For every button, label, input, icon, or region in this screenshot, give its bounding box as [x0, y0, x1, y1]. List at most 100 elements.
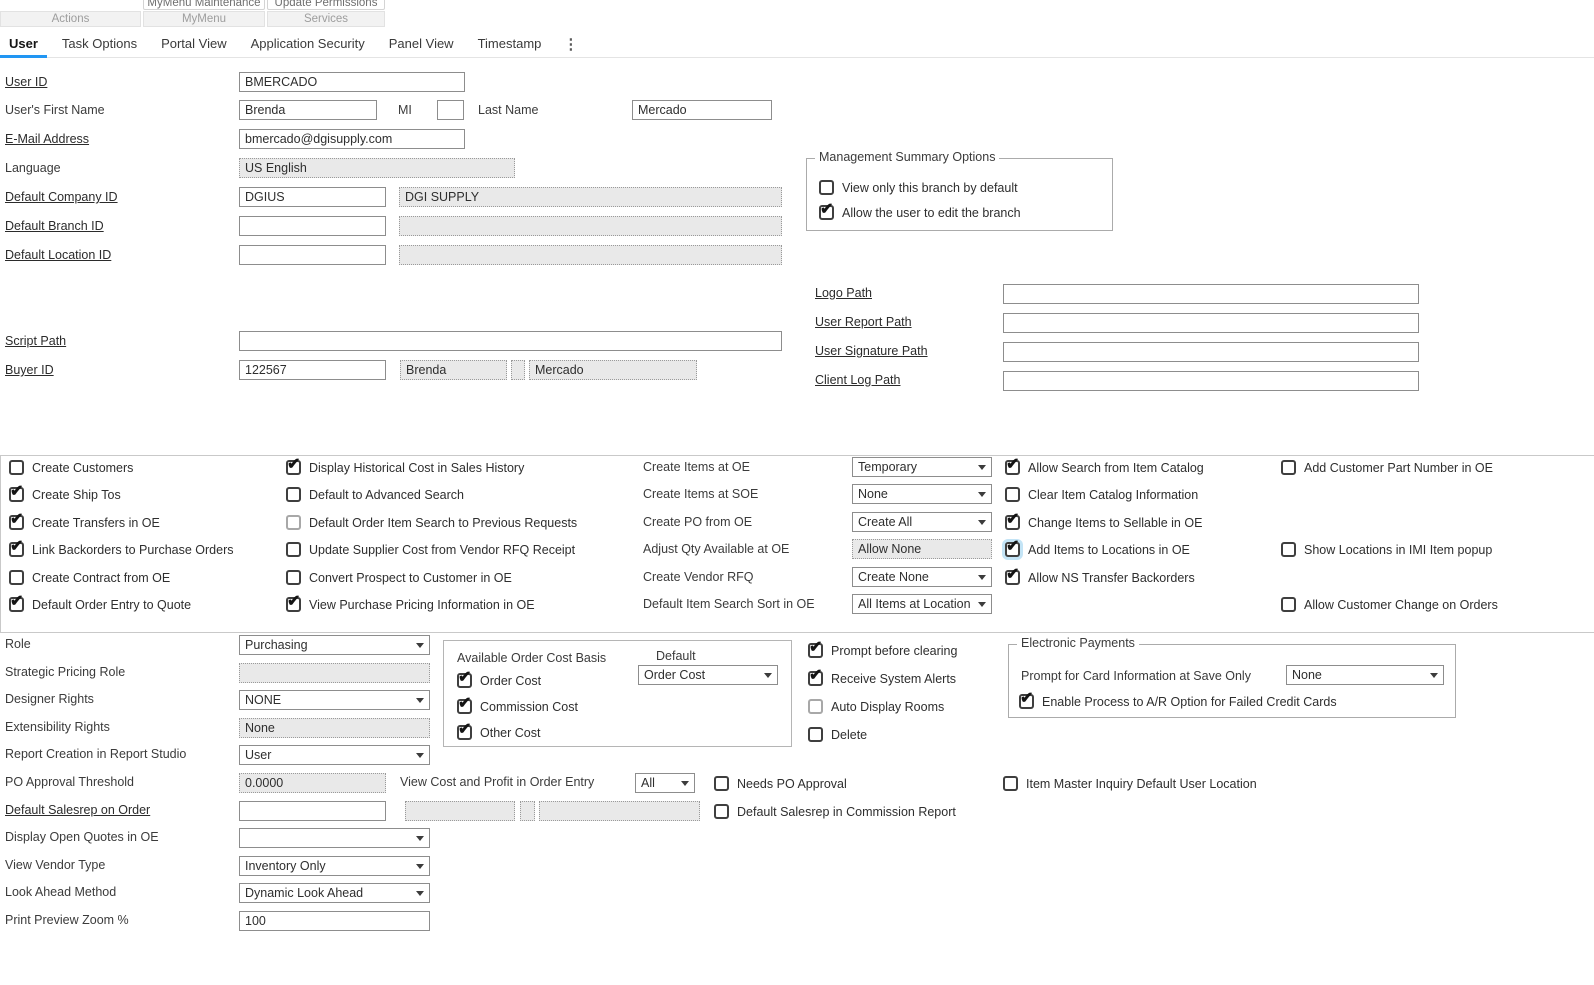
dropdown-default-cost-basis[interactable]: Order Cost: [638, 665, 778, 685]
user-maintenance-screen: { "colors": { "active_tab_underline": "#…: [0, 0, 1594, 985]
checkbox-change-items-sellable[interactable]: Change Items to Sellable in OE: [1005, 514, 1202, 531]
label-role: Role: [5, 637, 31, 652]
checkbox-label: Show Locations in IMI Item popup: [1304, 543, 1492, 557]
checkbox-create-customers[interactable]: Create Customers: [9, 459, 133, 476]
checkbox-item-master-default-location[interactable]: Item Master Inquiry Default User Locatio…: [1003, 775, 1257, 792]
user-report-path-input[interactable]: [1003, 313, 1419, 333]
label-buyer-id[interactable]: Buyer ID: [5, 363, 54, 378]
checkbox-commission-cost[interactable]: Commission Cost: [457, 698, 578, 715]
dropdown-prompt-card-info[interactable]: None: [1286, 665, 1444, 685]
checkbox-add-items-locations[interactable]: Add Items to Locations in OE: [1005, 541, 1190, 558]
checkbox-icon: [1005, 542, 1020, 557]
label-email[interactable]: E-Mail Address: [5, 132, 89, 147]
label-client-log-path[interactable]: Client Log Path: [815, 373, 900, 388]
checkbox-display-historical-cost[interactable]: Display Historical Cost in Sales History: [286, 459, 524, 476]
checkbox-allow-customer-change[interactable]: Allow Customer Change on Orders: [1281, 596, 1498, 613]
dropdown-display-open-quotes[interactable]: [239, 828, 430, 848]
checkbox-prompt-before-clearing[interactable]: Prompt before clearing: [808, 642, 957, 659]
label-report-creation: Report Creation in Report Studio: [5, 747, 186, 762]
branch-id-input[interactable]: [239, 216, 386, 236]
company-id-input[interactable]: DGIUS: [239, 187, 386, 207]
tab-task-options[interactable]: Task Options: [62, 30, 137, 57]
client-log-path-input[interactable]: [1003, 371, 1419, 391]
checkbox-link-backorders[interactable]: Link Backorders to Purchase Orders: [9, 541, 233, 558]
user-signature-path-input[interactable]: [1003, 342, 1419, 362]
label-default-branch-id[interactable]: Default Branch ID: [5, 219, 104, 234]
ribbon-group-services[interactable]: Services: [267, 11, 385, 27]
dropdown-create-items-soe[interactable]: None: [852, 484, 992, 504]
ribbon-group-actions[interactable]: Actions: [0, 11, 141, 27]
label-default-company-id[interactable]: Default Company ID: [5, 190, 118, 205]
checkbox-create-ship-tos[interactable]: Create Ship Tos: [9, 486, 121, 503]
label-script-path[interactable]: Script Path: [5, 334, 66, 349]
checkbox-default-advanced-search[interactable]: Default to Advanced Search: [286, 486, 464, 503]
more-tabs-icon[interactable]: ⋮: [563, 35, 578, 53]
tab-timestamp[interactable]: Timestamp: [478, 30, 542, 57]
buyer-id-input[interactable]: 122567: [239, 360, 386, 380]
tab-panel-view[interactable]: Panel View: [389, 30, 454, 57]
dropdown-role[interactable]: Purchasing: [239, 635, 430, 655]
dropdown-view-vendor-type[interactable]: Inventory Only: [239, 856, 430, 876]
label-default-salesrep-order[interactable]: Default Salesrep on Order: [5, 803, 150, 818]
checkbox-create-contract-oe[interactable]: Create Contract from OE: [9, 569, 170, 586]
script-path-input[interactable]: [239, 331, 782, 351]
checkbox-default-item-search-previous[interactable]: Default Order Item Search to Previous Re…: [286, 514, 577, 531]
checkbox-update-supplier-cost[interactable]: Update Supplier Cost from Vendor RFQ Rec…: [286, 541, 575, 558]
checkbox-default-salesrep-commission[interactable]: Default Salesrep in Commission Report: [714, 803, 956, 820]
checkbox-allow-search-item-catalog[interactable]: Allow Search from Item Catalog: [1005, 459, 1204, 476]
dropdown-view-cost-profit[interactable]: All: [635, 773, 695, 793]
tab-user[interactable]: User: [9, 30, 38, 57]
label-user-id[interactable]: User ID: [5, 75, 47, 90]
dropdown-designer-rights[interactable]: NONE: [239, 690, 430, 710]
checkbox-label: Convert Prospect to Customer in OE: [309, 571, 512, 585]
tab-portal-view[interactable]: Portal View: [161, 30, 227, 57]
checkbox-label: Default to Advanced Search: [309, 488, 464, 502]
dropdown-create-vendor-rfq[interactable]: Create None: [852, 567, 992, 587]
dropdown-default-item-search-sort[interactable]: All Items at Location: [852, 594, 992, 614]
default-salesrep-input[interactable]: [239, 801, 386, 821]
checkbox-default-oe-quote[interactable]: Default Order Entry to Quote: [9, 596, 191, 613]
ribbon-button-mymenu-maintenance[interactable]: MyMenu Maintenance: [143, 0, 265, 10]
first-name-input[interactable]: Brenda: [239, 100, 377, 120]
checkbox-auto-display-rooms[interactable]: Auto Display Rooms: [808, 698, 944, 715]
company-name-value: DGI SUPPLY: [405, 190, 479, 204]
checkbox-icon: [808, 699, 823, 714]
checkbox-clear-item-catalog[interactable]: Clear Item Catalog Information: [1005, 486, 1198, 503]
dropdown-report-creation[interactable]: User: [239, 745, 430, 765]
checkbox-icon: [808, 671, 823, 686]
dropdown-look-ahead-method[interactable]: Dynamic Look Ahead: [239, 883, 430, 903]
mi-input[interactable]: [437, 100, 464, 120]
checkbox-order-cost[interactable]: Order Cost: [457, 672, 541, 689]
label-user-report-path[interactable]: User Report Path: [815, 315, 912, 330]
logo-path-input[interactable]: [1003, 284, 1419, 304]
checkbox-create-transfers-oe[interactable]: Create Transfers in OE: [9, 514, 160, 531]
checkbox-show-locations-imi[interactable]: Show Locations in IMI Item popup: [1281, 541, 1492, 558]
checkbox-view-purchase-pricing[interactable]: View Purchase Pricing Information in OE: [286, 596, 535, 613]
checkbox-add-customer-part-number[interactable]: Add Customer Part Number in OE: [1281, 459, 1493, 476]
label-default-location-id[interactable]: Default Location ID: [5, 248, 111, 263]
checkbox-other-cost[interactable]: Other Cost: [457, 724, 540, 741]
dropdown-create-po-from-oe[interactable]: Create All: [852, 512, 992, 532]
chevron-down-icon: [416, 864, 424, 869]
checkbox-delete[interactable]: Delete: [808, 726, 867, 743]
checkbox-allow-edit-branch[interactable]: Allow the user to edit the branch: [819, 204, 1021, 221]
user-id-input[interactable]: BMERCADO: [239, 72, 465, 92]
checkbox-view-only-branch[interactable]: View only this branch by default: [819, 179, 1018, 196]
tab-application-security[interactable]: Application Security: [251, 30, 365, 57]
location-id-input[interactable]: [239, 245, 386, 265]
checkbox-receive-system-alerts[interactable]: Receive System Alerts: [808, 670, 956, 687]
checkbox-convert-prospect[interactable]: Convert Prospect to Customer in OE: [286, 569, 512, 586]
ribbon-button-update-permissions[interactable]: Update Permissions: [267, 0, 385, 10]
checkbox-allow-ns-transfer-backorders[interactable]: Allow NS Transfer Backorders: [1005, 569, 1195, 586]
label-logo-path[interactable]: Logo Path: [815, 286, 872, 301]
dropdown-create-items-oe[interactable]: Temporary: [852, 457, 992, 477]
checkbox-needs-po-approval[interactable]: Needs PO Approval: [714, 775, 847, 792]
print-preview-zoom-input[interactable]: 100: [239, 911, 430, 931]
checkbox-label: Item Master Inquiry Default User Locatio…: [1026, 777, 1257, 791]
checkbox-enable-ar-failed-cards[interactable]: Enable Process to A/R Option for Failed …: [1019, 693, 1337, 710]
last-name-value: Mercado: [638, 103, 687, 117]
ribbon-group-mymenu[interactable]: MyMenu: [143, 11, 265, 27]
email-input[interactable]: bmercado@dgisupply.com: [239, 129, 465, 149]
label-user-signature-path[interactable]: User Signature Path: [815, 344, 928, 359]
last-name-input[interactable]: Mercado: [632, 100, 772, 120]
